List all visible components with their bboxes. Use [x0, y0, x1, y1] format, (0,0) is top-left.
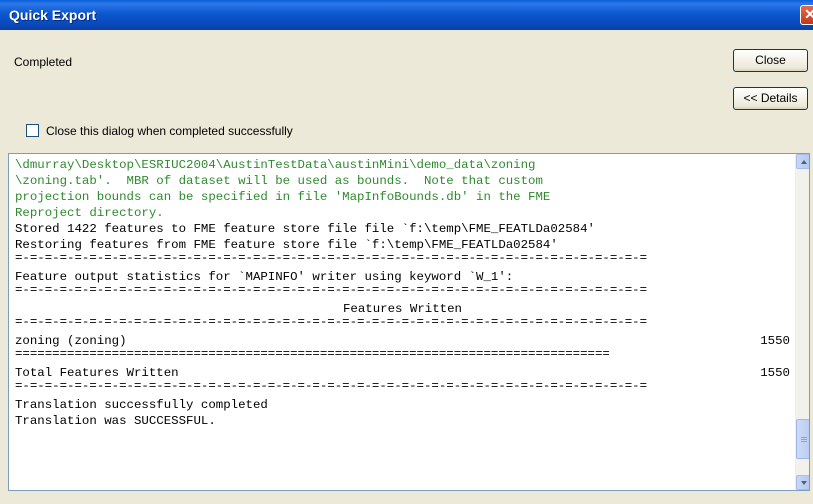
- log-separator: =-=-=-=-=-=-=-=-=-=-=-=-=-=-=-=-=-=-=-=-…: [15, 253, 648, 265]
- grip-line: [801, 441, 807, 442]
- scroll-down-button[interactable]: [796, 475, 809, 490]
- total-features-count: 1550: [760, 366, 790, 380]
- log-separator: =-=-=-=-=-=-=-=-=-=-=-=-=-=-=-=-=-=-=-=-…: [15, 285, 648, 297]
- grip-line: [801, 437, 807, 438]
- close-on-complete-label: Close this dialog when completed success…: [46, 124, 293, 138]
- scroll-thumb[interactable]: [796, 419, 809, 459]
- feature-count-row: zoning (zoning) 1550: [15, 333, 790, 349]
- feature-type-label: zoning (zoning): [15, 334, 127, 348]
- close-icon: ✕: [804, 6, 813, 22]
- close-button[interactable]: Close: [733, 49, 808, 72]
- log-line: \zoning.tab'. MBR of dataset will be use…: [15, 174, 543, 188]
- log-line: projection bounds can be specified in fi…: [15, 190, 551, 204]
- status-text: Completed: [14, 55, 73, 69]
- close-on-complete-checkbox[interactable]: [26, 124, 39, 137]
- features-written-header: Features Written: [343, 302, 462, 316]
- log-panel[interactable]: - - - - - - - - - - - - - - - - - - - - …: [8, 153, 810, 491]
- window-close-button[interactable]: ✕: [800, 5, 813, 25]
- grip-line: [801, 439, 807, 440]
- window-title: Quick Export: [9, 7, 97, 23]
- log-separator: =-=-=-=-=-=-=-=-=-=-=-=-=-=-=-=-=-=-=-=-…: [15, 381, 648, 393]
- log-line: Stored 1422 features to FME feature stor…: [15, 222, 595, 236]
- arrow-down-icon: [801, 481, 807, 485]
- total-features-label: Total Features Written: [15, 366, 179, 380]
- log-text-area[interactable]: - - - - - - - - - - - - - - - - - - - - …: [9, 154, 794, 490]
- log-separator: ========================================…: [15, 349, 610, 361]
- log-line: Restoring features from FME feature stor…: [15, 238, 558, 252]
- feature-type-count: 1550: [760, 334, 790, 348]
- log-line: Feature output statistics for `MAPINFO' …: [15, 270, 514, 284]
- details-button[interactable]: << Details: [733, 87, 808, 110]
- arrow-up-icon: [801, 160, 807, 164]
- log-line: Reproject directory.: [15, 206, 164, 220]
- log-line: \dmurray\Desktop\ESRIUC2004\AustinTestDa…: [15, 158, 536, 172]
- log-scrollbar[interactable]: [795, 154, 809, 490]
- scroll-up-button[interactable]: [796, 154, 809, 169]
- log-line: Translation was SUCCESSFUL.: [15, 414, 216, 428]
- log-separator: =-=-=-=-=-=-=-=-=-=-=-=-=-=-=-=-=-=-=-=-…: [15, 317, 648, 329]
- total-features-row: Total Features Written 1550: [15, 365, 790, 381]
- log-line: Translation successfully completed: [15, 398, 268, 412]
- title-bar[interactable]: Quick Export ✕: [0, 0, 813, 30]
